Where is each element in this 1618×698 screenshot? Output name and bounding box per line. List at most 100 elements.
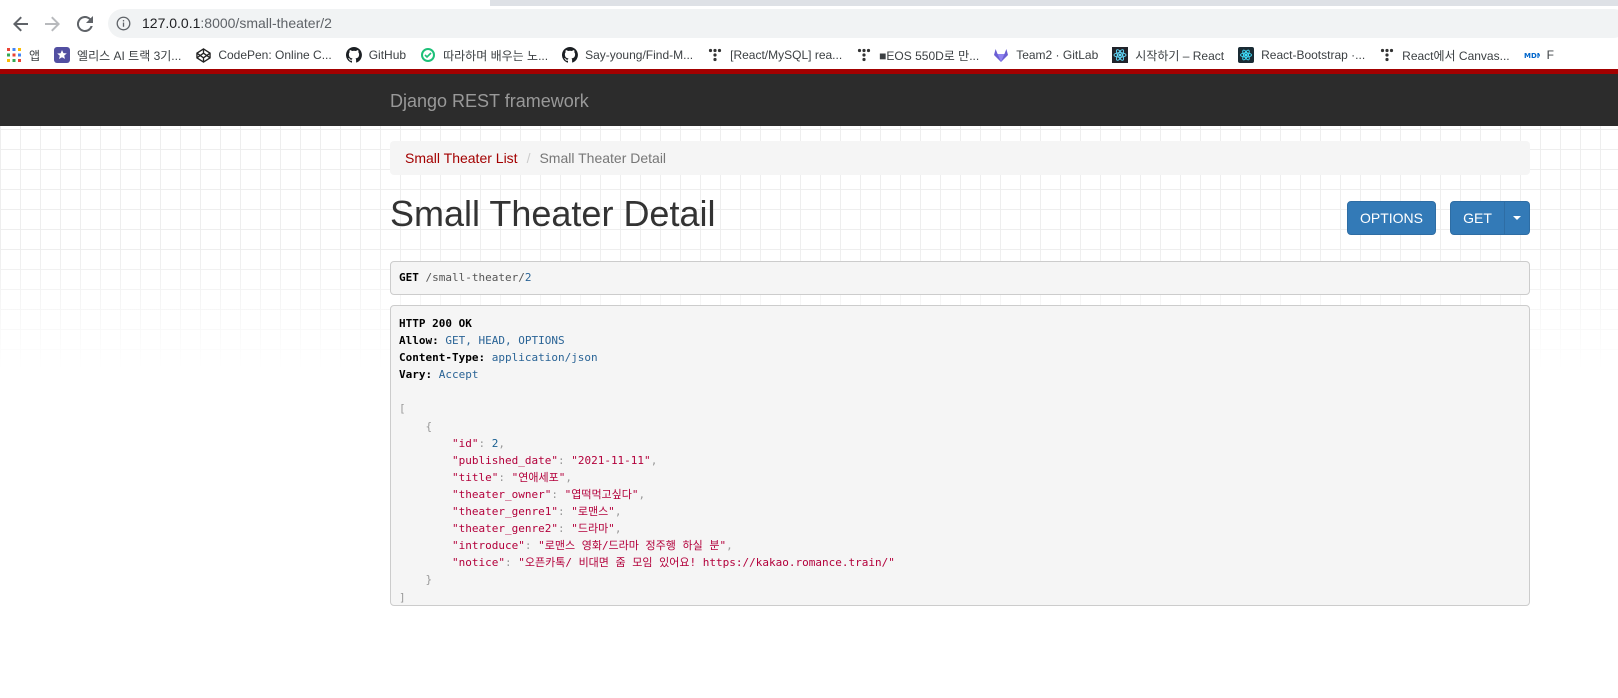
json-value: "연애세포"	[511, 470, 566, 484]
back-arrow-icon	[13, 16, 28, 32]
caret-down-icon	[1513, 216, 1521, 220]
bookmark-item[interactable]: 앱	[0, 43, 48, 67]
json-close-bracket: ]	[399, 589, 1521, 606]
bookmark-item[interactable]: Say-young/Find-M...	[556, 43, 701, 67]
bookmark-item[interactable]: ■EOS 550D로 만...	[850, 43, 987, 67]
json-value: "로맨스"	[571, 505, 615, 519]
json-bracket: [	[399, 402, 406, 416]
response-header-value: Accept	[438, 368, 479, 382]
bookmark-item[interactable]: 엘리스 AI 트랙 3기...	[48, 43, 189, 67]
bookmark-item[interactable]: React에서 Canvas...	[1373, 43, 1517, 67]
json-comma: ,	[565, 470, 572, 484]
inflearn-icon	[420, 47, 436, 63]
request-path-prefix: /small-theater	[425, 271, 519, 284]
json-value: "드라마"	[571, 522, 615, 536]
site-info-icon[interactable]	[116, 16, 131, 31]
json-comma: ,	[726, 539, 733, 553]
json-key: "theater_owner"	[451, 487, 552, 501]
json-colon: :	[478, 436, 492, 450]
bookmark-item[interactable]: React-Bootstrap ·...	[1232, 43, 1373, 67]
json-key: "introduce"	[451, 539, 525, 553]
url-path: :8000/small-theater/2	[200, 15, 332, 31]
reload-icon	[77, 16, 93, 32]
response-header-key: Content-Type:	[399, 351, 486, 365]
svg-text:MDN: MDN	[1524, 52, 1540, 60]
address-bar[interactable]: 127.0.0.1:8000/small-theater/2	[108, 9, 1618, 38]
json-brace: }	[425, 573, 433, 587]
json-key: "published_date"	[451, 453, 558, 467]
options-button[interactable]: OPTIONS	[1347, 201, 1436, 235]
json-field-line: "notice": "오픈카톡/ 비대면 줌 모임 있어요! https://k…	[399, 554, 1521, 571]
bookmark-label: F	[1546, 48, 1554, 62]
json-colon: :	[498, 470, 512, 484]
json-comma: ,	[614, 505, 622, 519]
bookmark-item[interactable]: [React/MySQL] rea...	[701, 43, 850, 67]
bookmark-label: GitHub	[368, 48, 407, 62]
json-colon: :	[504, 556, 519, 570]
json-field-line: "introduce": "로맨스 영화/드라마 정주행 하실 분",	[399, 537, 1521, 554]
bookmark-item[interactable]: MDN F	[1518, 43, 1562, 67]
bookmark-label: 엘리스 AI 트랙 3기...	[77, 48, 182, 63]
tistory-icon	[707, 47, 723, 63]
tistory-icon	[856, 47, 872, 63]
json-comma: ,	[498, 436, 505, 450]
gitlab-icon	[993, 47, 1009, 63]
json-bracket: ]	[399, 590, 406, 604]
response-header-line: Content-Type: application/json	[399, 349, 1521, 366]
json-value: "오픈카톡/ 비대면 줌 모임 있어요! https://kakao.roman…	[518, 556, 895, 570]
json-value: "로맨스 영화/드라마 정주행 하실 분"	[538, 539, 727, 553]
json-key: "id"	[451, 436, 479, 450]
address-url: 127.0.0.1:8000/small-theater/2	[142, 15, 332, 31]
bookmark-label: ■EOS 550D로 만...	[879, 48, 980, 63]
response-header-key: Allow:	[399, 334, 439, 348]
breadcrumb: Small Theater List / Small Theater Detai…	[390, 141, 1530, 175]
bookmarks-bar: 앱 엘리스 AI 트랙 3기... CodePen: Online C... GitH…	[0, 41, 1618, 69]
bookmark-label: Say-young/Find-M...	[585, 48, 694, 62]
bookmark-label: 따라하며 배우는 노...	[443, 48, 549, 63]
json-colon: :	[551, 487, 565, 501]
bookmark-label: React-Bootstrap ·...	[1261, 48, 1366, 62]
react-bootstrap-icon	[1238, 47, 1255, 63]
bookmark-item[interactable]: CodePen: Online C...	[189, 43, 339, 67]
get-button[interactable]: GET	[1450, 201, 1505, 235]
forward-button[interactable]	[38, 10, 66, 38]
bookmark-label: 앱	[29, 48, 41, 63]
json-field-line: "theater_genre2": "드라마",	[399, 520, 1521, 537]
json-close-brace: }	[399, 571, 1521, 588]
response-header-key: Vary:	[399, 368, 433, 382]
json-field-line: "published_date": "2021-11-11",	[399, 452, 1521, 469]
browser-toolbar: 127.0.0.1:8000/small-theater/2	[0, 6, 1618, 41]
response-info: HTTP 200 OK Allow: GET, HEAD, OPTIONS Cont…	[390, 305, 1530, 606]
response-status: HTTP 200 OK	[399, 317, 472, 330]
url-host: 127.0.0.1	[142, 15, 201, 31]
json-field-line: "theater_owner": "엽떡먹고싶다",	[399, 486, 1521, 503]
bookmark-item[interactable]: GitHub	[340, 43, 414, 67]
bookmark-item[interactable]: 시작하기 – React	[1106, 43, 1232, 67]
json-field-line: "theater_genre1": "로맨스",	[399, 503, 1521, 520]
request-url[interactable]: /small-theater/2	[426, 271, 532, 284]
json-colon: :	[557, 505, 572, 519]
navbar-brand[interactable]: Django REST framework	[390, 91, 589, 112]
bookmark-item[interactable]: Team2 · GitLab	[987, 43, 1106, 67]
json-field-line: "title": "연애세포",	[399, 469, 1521, 486]
request-method: GET	[399, 271, 419, 284]
codepen-icon	[195, 47, 211, 63]
bookmark-item[interactable]: 따라하며 배우는 노...	[414, 43, 556, 67]
get-format-dropdown-button[interactable]	[1504, 201, 1530, 235]
bookmark-label: Team2 · GitLab	[1016, 48, 1099, 62]
back-button[interactable]	[7, 10, 35, 38]
forward-arrow-icon	[45, 16, 60, 32]
breadcrumb-link-list[interactable]: Small Theater List	[405, 150, 518, 166]
bookmark-label: 시작하기 – React	[1135, 48, 1225, 63]
bookmark-label: React에서 Canvas...	[1402, 48, 1510, 63]
mdn-icon: MDN	[1524, 47, 1540, 63]
json-value: "엽떡먹고싶다"	[564, 487, 639, 501]
page-title: Small Theater Detail	[390, 193, 716, 234]
tistory-icon	[1379, 47, 1395, 63]
response-header-line: Allow: GET, HEAD, OPTIONS	[399, 332, 1521, 349]
reload-button[interactable]	[71, 10, 99, 38]
json-key: "theater_genre2"	[451, 522, 558, 536]
response-header-line: Vary: Accept	[399, 366, 1521, 383]
json-field-line: "id": 2,	[399, 435, 1521, 452]
json-key: "notice"	[451, 556, 505, 570]
